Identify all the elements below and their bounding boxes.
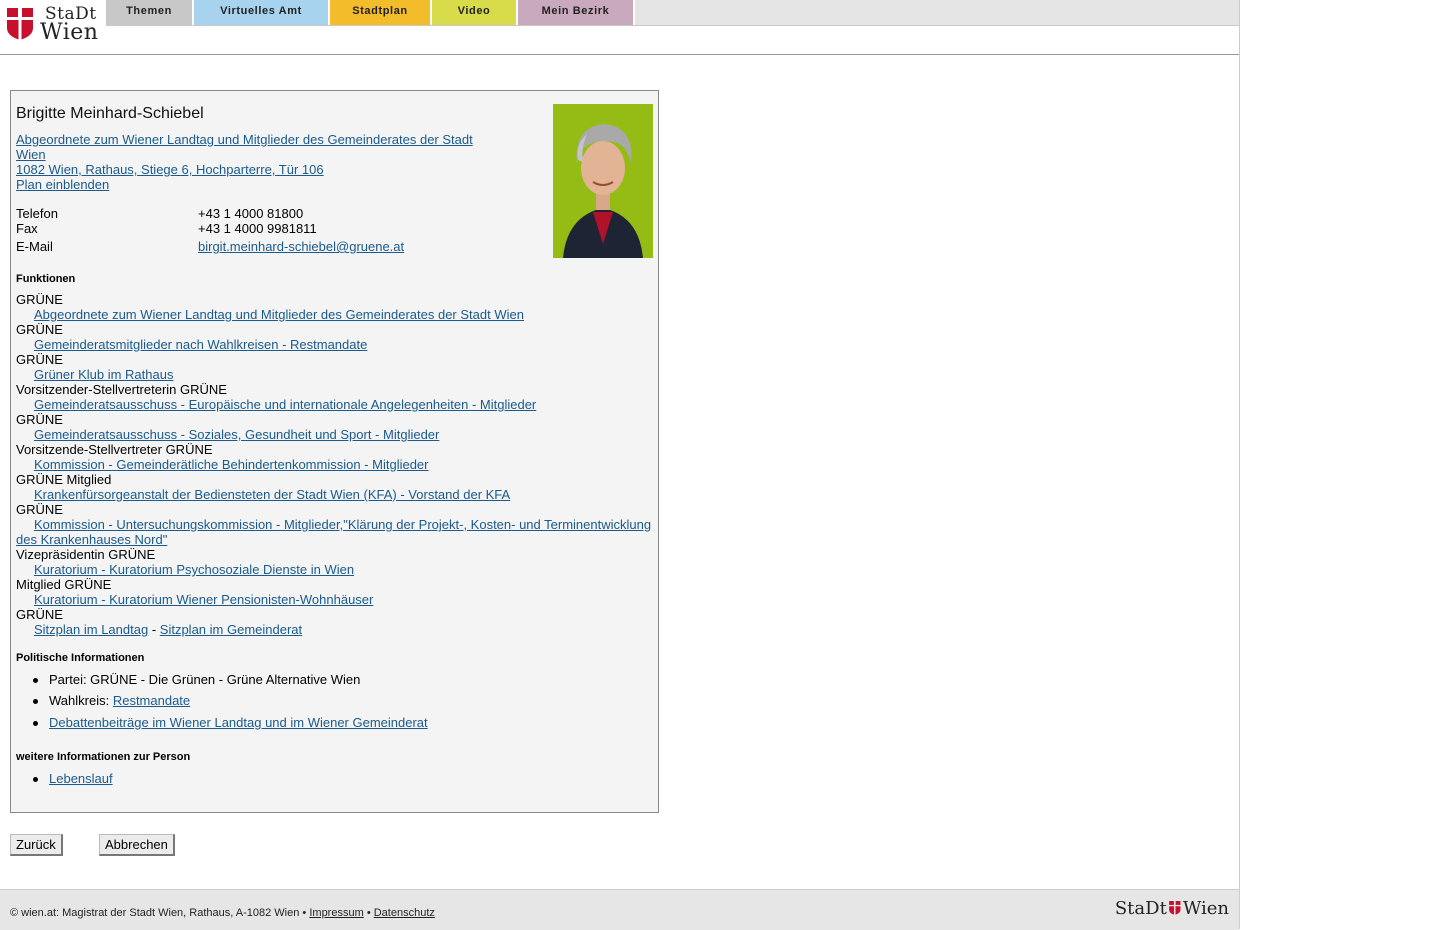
wahlkreis-info: Wahlkreis: Restmandate [49, 693, 190, 708]
phone-label: Telefon [16, 206, 58, 221]
function-prefix: Vizepräsidentin GRÜNE [16, 547, 156, 562]
logo-wien-text: Wien [40, 20, 99, 45]
tab-virtuelles-amt[interactable]: Virtuelles Amt [194, 0, 330, 25]
seat-plan-gemeinderat-link[interactable]: Sitzplan im Gemeinderat [160, 622, 302, 637]
stadt-wien-logo[interactable]: StaDt Wien [7, 4, 99, 46]
function-prefix: GRÜNE [16, 352, 63, 367]
footer-stadt-wien-logo[interactable]: StaDt Wien [1115, 898, 1229, 919]
tab-stadtplan[interactable]: Stadtplan [330, 0, 432, 25]
tab-video[interactable]: Video [432, 0, 518, 25]
function-link[interactable]: Gemeinderatsausschuss - Soziales, Gesund… [34, 427, 439, 442]
function-link[interactable]: Gemeinderatsmitglieder nach Wahlkreisen … [34, 337, 367, 352]
cv-link[interactable]: Lebenslauf [49, 771, 113, 786]
functions-heading: Funktionen [16, 273, 76, 285]
seat-plan-separator: - [151, 622, 157, 637]
footer-separator: • [302, 907, 307, 919]
email-link[interactable]: birgit.meinhard-schiebel@gruene.at [198, 239, 404, 254]
function-prefix: GRÜNE [16, 502, 63, 517]
function-link[interactable]: Kuratorium - Kuratorium Psychosoziale Di… [34, 562, 354, 577]
function-link[interactable]: Grüner Klub im Rathaus [34, 367, 173, 382]
person-details-box: Brigitte Meinhard-Schiebel Abgeordnete z… [10, 90, 659, 813]
person-name: Brigitte Meinhard-Schiebel [16, 105, 204, 122]
bullet-icon [33, 678, 38, 683]
footer-text: © wien.at: Magistrat der Stadt Wien, Rat… [10, 907, 435, 919]
function-link[interactable]: Gemeinderatsausschuss - Europäische und … [34, 397, 536, 412]
function-link-continued[interactable]: des Krankenhauses Nord" [16, 532, 167, 547]
seat-plan-links: Sitzplan im Landtag - Sitzplan im Gemein… [34, 622, 302, 637]
show-map-link[interactable]: Plan einblenden [16, 177, 109, 192]
more-info-heading: weitere Informationen zur Person [16, 751, 191, 763]
function-prefix: Vorsitzender-Stellvertreterin GRÜNE [16, 382, 227, 397]
function-prefix: Mitglied GRÜNE [16, 577, 112, 592]
debates-link[interactable]: Debattenbeiträge im Wiener Landtag und i… [49, 715, 428, 730]
main-navigation: Themen Virtuelles Amt Stadtplan Video Me… [106, 0, 1239, 26]
political-info-heading: Politische Informationen [16, 652, 145, 664]
footer-logo-stadt: StaDt [1114, 898, 1167, 919]
vienna-shield-icon [7, 8, 33, 40]
back-button[interactable]: Zurück [10, 834, 63, 856]
wahlkreis-link[interactable]: Restmandate [113, 693, 190, 708]
footer-copyright: © wien.at: Magistrat der Stadt Wien, Rat… [10, 907, 300, 919]
impressum-link[interactable]: Impressum [309, 907, 363, 919]
fax-value: +43 1 4000 9981811 [198, 221, 317, 236]
datenschutz-link[interactable]: Datenschutz [374, 907, 435, 919]
footer-separator: • [366, 907, 371, 919]
function-link[interactable]: Kommission - Gemeinderätliche Behinderte… [34, 457, 429, 472]
role-link-line1[interactable]: Abgeordnete zum Wiener Landtag und Mitgl… [16, 132, 473, 147]
header: StaDt Wien Themen Virtuelles Amt Stadtpl… [0, 0, 1239, 55]
fax-label: Fax [16, 221, 38, 236]
function-prefix: GRÜNE Mitglied [16, 472, 112, 487]
wahlkreis-label: Wahlkreis: [49, 693, 110, 708]
bullet-icon [33, 777, 38, 782]
person-photo [553, 104, 653, 258]
role-link-line2[interactable]: Wien [16, 147, 46, 162]
function-prefix: GRÜNE [16, 292, 63, 307]
bullet-icon [33, 721, 38, 726]
page: StaDt Wien Themen Virtuelles Amt Stadtpl… [0, 0, 1240, 930]
email-label: E-Mail [16, 239, 53, 254]
footer-logo-wien: Wien [1182, 898, 1229, 919]
address-link[interactable]: 1082 Wien, Rathaus, Stiege 6, Hochparter… [16, 162, 324, 177]
function-prefix: GRÜNE [16, 607, 63, 622]
seat-plan-landtag-link[interactable]: Sitzplan im Landtag [34, 622, 148, 637]
function-link[interactable]: Krankenfürsorgeanstalt der Bediensteten … [34, 487, 510, 502]
tab-mein-bezirk[interactable]: Mein Bezirk [518, 0, 635, 25]
vienna-shield-icon [1168, 901, 1181, 915]
function-prefix: GRÜNE [16, 412, 63, 427]
function-link[interactable]: Abgeordnete zum Wiener Landtag und Mitgl… [34, 307, 524, 322]
function-prefix: Vorsitzende-Stellvertreter GRÜNE [16, 442, 213, 457]
cancel-button[interactable]: Abbrechen [99, 834, 175, 856]
bullet-icon [33, 699, 38, 704]
phone-value: +43 1 4000 81800 [198, 206, 304, 221]
party-info: Partei: GRÜNE - Die Grünen - Grüne Alter… [49, 672, 361, 687]
function-prefix: GRÜNE [16, 322, 63, 337]
function-link[interactable]: Kuratorium - Kuratorium Wiener Pensionis… [34, 592, 373, 607]
tab-themen[interactable]: Themen [106, 0, 194, 25]
footer: © wien.at: Magistrat der Stadt Wien, Rat… [0, 889, 1239, 930]
right-empty-area [1240, 0, 1440, 929]
function-link[interactable]: Kommission - Untersuchungskommission - M… [34, 517, 651, 532]
